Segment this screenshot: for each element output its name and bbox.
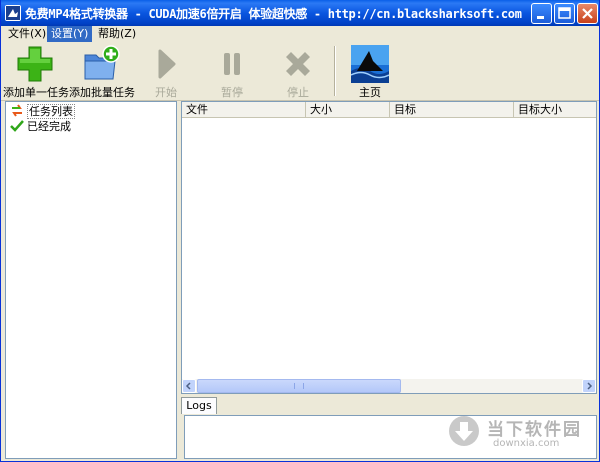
pause-icon [213, 45, 251, 83]
add-batch-task-label: 添加批量任务 [69, 86, 135, 99]
maximize-button[interactable] [554, 3, 575, 24]
task-list-icon [10, 104, 24, 117]
scroll-left-button[interactable] [182, 379, 196, 393]
list-header: 文件 大小 目标 目标大小 [182, 102, 596, 118]
toolbar-separator [334, 46, 336, 96]
scrollbar-thumb[interactable] [197, 379, 401, 393]
folder-add-icon [83, 45, 121, 83]
toolbar: 添加单一任务 添加批量任务 开始 暂停 停止 主页 [1, 42, 599, 101]
minimize-icon [537, 16, 544, 19]
scrollbar-grip [294, 383, 304, 389]
close-icon [582, 8, 593, 19]
home-label: 主页 [359, 86, 381, 99]
tree-item-task-list[interactable]: 任务列表 [10, 104, 75, 119]
tree-item-completed[interactable]: 已经完成 [10, 119, 71, 134]
stop-button[interactable]: 停止 [273, 42, 323, 100]
tree-item-label: 已经完成 [27, 120, 71, 133]
task-tree-panel: 任务列表 已经完成 [5, 101, 177, 459]
watermark-en-text: downxia.com [493, 438, 560, 449]
add-single-task-button[interactable]: 添加单一任务 [3, 42, 69, 100]
menu-file[interactable]: 文件(X) [4, 26, 50, 42]
add-batch-task-button[interactable]: 添加批量任务 [69, 42, 135, 100]
minimize-button[interactable] [531, 3, 552, 24]
chevron-left-icon [185, 382, 191, 390]
site-watermark: 当下软件园 downxia.com [449, 414, 597, 458]
app-icon [5, 5, 21, 21]
column-header-target[interactable]: 目标 [390, 102, 514, 117]
start-button[interactable]: 开始 [141, 42, 191, 100]
title-bar[interactable]: 免费MP4格式转换器 - CUDA加速6倍开启 体验超快感 - http://c… [1, 0, 599, 26]
checkmark-icon [10, 119, 24, 132]
close-button[interactable] [577, 3, 598, 24]
app-window: 免费MP4格式转换器 - CUDA加速6倍开启 体验超快感 - http://c… [0, 0, 600, 462]
tree-item-label: 任务列表 [27, 104, 75, 119]
menu-help[interactable]: 帮助(Z) [94, 26, 140, 42]
shark-logo-icon [350, 45, 390, 83]
logs-tab-row: Logs [181, 396, 597, 414]
home-button[interactable]: 主页 [345, 42, 395, 100]
start-label: 开始 [155, 86, 177, 99]
pause-label: 暂停 [221, 86, 243, 99]
column-header-file[interactable]: 文件 [182, 102, 306, 117]
chevron-right-icon [587, 382, 593, 390]
logs-tab[interactable]: Logs [181, 397, 217, 414]
column-header-size[interactable]: 大小 [306, 102, 390, 117]
window-title: 免费MP4格式转换器 - CUDA加速6倍开启 体验超快感 - http://c… [25, 7, 522, 21]
pause-button[interactable]: 暂停 [207, 42, 257, 100]
green-plus-icon [16, 45, 54, 83]
menu-bar: 文件(X) 设置(Y) 帮助(Z) [1, 26, 599, 42]
column-header-target-size[interactable]: 目标大小 [514, 102, 596, 117]
scroll-right-button[interactable] [582, 379, 596, 393]
horizontal-scrollbar[interactable] [182, 379, 596, 393]
download-arrow-icon [449, 416, 479, 446]
add-single-task-label: 添加单一任务 [3, 86, 69, 99]
task-list-view[interactable]: 文件 大小 目标 目标大小 [181, 101, 597, 394]
maximize-icon [558, 7, 571, 19]
play-icon [147, 45, 185, 83]
watermark-cn-text: 当下软件园 [487, 420, 582, 440]
stop-label: 停止 [287, 86, 309, 99]
stop-x-icon [279, 45, 317, 83]
menu-settings[interactable]: 设置(Y) [47, 26, 93, 42]
